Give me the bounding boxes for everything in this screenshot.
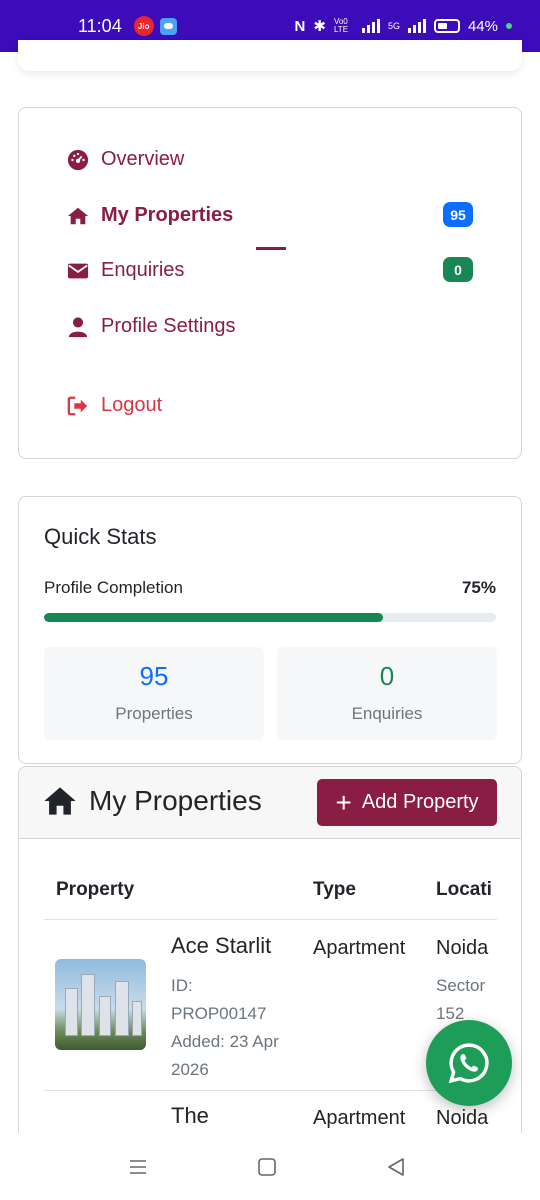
privacy-dot-icon	[506, 23, 512, 29]
properties-stat-number: 95	[139, 661, 169, 691]
nav-profile-settings[interactable]: Profile Settings	[67, 315, 236, 338]
profile-completion-value: 75%	[461, 578, 496, 597]
gauge-icon	[67, 149, 89, 170]
nav-enquiries-label: Enquiries	[101, 259, 185, 281]
properties-table: Property Type Locati Ace Starlit ID: PRO…	[44, 875, 497, 1135]
weather-icon	[159, 17, 177, 35]
properties-stat-label: Properties	[115, 704, 193, 723]
nav-my-properties-label: My Properties	[101, 204, 234, 226]
nav-overview[interactable]: Overview	[67, 148, 184, 171]
nfc-icon: N	[294, 17, 306, 35]
status-right: N ✱ Vo0 LTE 5G 44%	[295, 17, 512, 35]
property-city: Noida	[436, 937, 489, 959]
nav-profile-settings-label: Profile Settings	[101, 315, 236, 337]
table-row-divider	[44, 1090, 497, 1091]
battery-icon	[433, 19, 460, 33]
profile-progress-fill	[44, 613, 383, 622]
column-header-location: Locati	[436, 879, 492, 900]
network-type: 5G	[387, 21, 400, 31]
system-nav-bar	[0, 1133, 540, 1200]
property-id: PROP00147	[171, 1004, 267, 1023]
back-icon[interactable]	[386, 1157, 406, 1177]
my-properties-card: My Properties + Add Property Property Ty…	[18, 766, 522, 1186]
quick-stats-title: Quick Stats	[44, 524, 157, 549]
user-icon	[68, 316, 88, 337]
properties-stat-box: 95 Properties	[44, 647, 264, 740]
my-properties-title-text: My Properties	[89, 785, 262, 816]
enquiries-stat-box: 0 Enquiries	[277, 647, 497, 740]
property-sector: Sector	[436, 976, 486, 995]
my-properties-title: My Properties	[43, 785, 262, 817]
enquiries-stat-label: Enquiries	[351, 704, 423, 723]
status-time: 11:04	[78, 15, 122, 36]
add-property-label: Add Property	[361, 791, 479, 813]
envelope-icon	[67, 263, 89, 278]
signal-icon	[361, 19, 380, 33]
home-icon	[67, 207, 89, 224]
properties-count-badge: 95	[443, 202, 473, 227]
volte-icon: Vo0 LTE	[333, 17, 349, 34]
nav-overview-label: Overview	[101, 148, 185, 170]
previous-card-edge	[18, 40, 522, 71]
home-icon	[44, 787, 76, 815]
add-property-button[interactable]: + Add Property	[317, 779, 497, 826]
signal-2-icon	[407, 19, 426, 33]
table-header-divider	[44, 919, 497, 920]
enquiries-count-badge: 0	[443, 257, 473, 282]
property-name[interactable]: Ace Starlit	[171, 933, 271, 959]
active-indicator	[256, 247, 286, 250]
jio-icon: Jio	[133, 16, 154, 36]
property-added-date: Added: 23 Apr	[171, 1032, 279, 1051]
dashboard-nav-card: Overview My Properties 95 Enquiries 0 Pr…	[18, 107, 522, 459]
nav-logout[interactable]: Logout	[67, 394, 162, 417]
whatsapp-button[interactable]	[426, 1020, 512, 1106]
nav-my-properties[interactable]: My Properties	[67, 204, 233, 227]
home-button-icon[interactable]	[257, 1157, 277, 1177]
property-type: Apartment	[313, 1107, 406, 1129]
profile-progress-bar	[44, 613, 496, 622]
whatsapp-icon	[448, 1043, 489, 1084]
property-type: Apartment	[313, 937, 406, 959]
profile-completion-label: Profile Completion	[44, 578, 183, 597]
property-id-label: ID:	[171, 976, 193, 995]
my-properties-header: My Properties + Add Property	[19, 767, 521, 839]
property-added-year: 2026	[171, 1060, 209, 1079]
menu-icon[interactable]	[128, 1157, 148, 1177]
nav-logout-label: Logout	[101, 394, 163, 416]
bluetooth-icon: ✱	[313, 18, 326, 35]
column-header-property: Property	[56, 879, 135, 900]
property-city: Noida	[436, 1107, 489, 1129]
enquiries-stat-number: 0	[379, 661, 395, 691]
quick-stats-card: Quick Stats Profile Completion 75% 95 Pr…	[18, 496, 522, 764]
sign-out-icon	[67, 396, 88, 415]
battery-percent: 44%	[467, 17, 498, 35]
plus-icon: +	[335, 786, 352, 818]
nav-enquiries[interactable]: Enquiries	[67, 259, 184, 282]
property-name[interactable]: The	[171, 1103, 209, 1129]
column-header-type: Type	[313, 879, 356, 900]
property-thumbnail[interactable]	[55, 959, 146, 1050]
